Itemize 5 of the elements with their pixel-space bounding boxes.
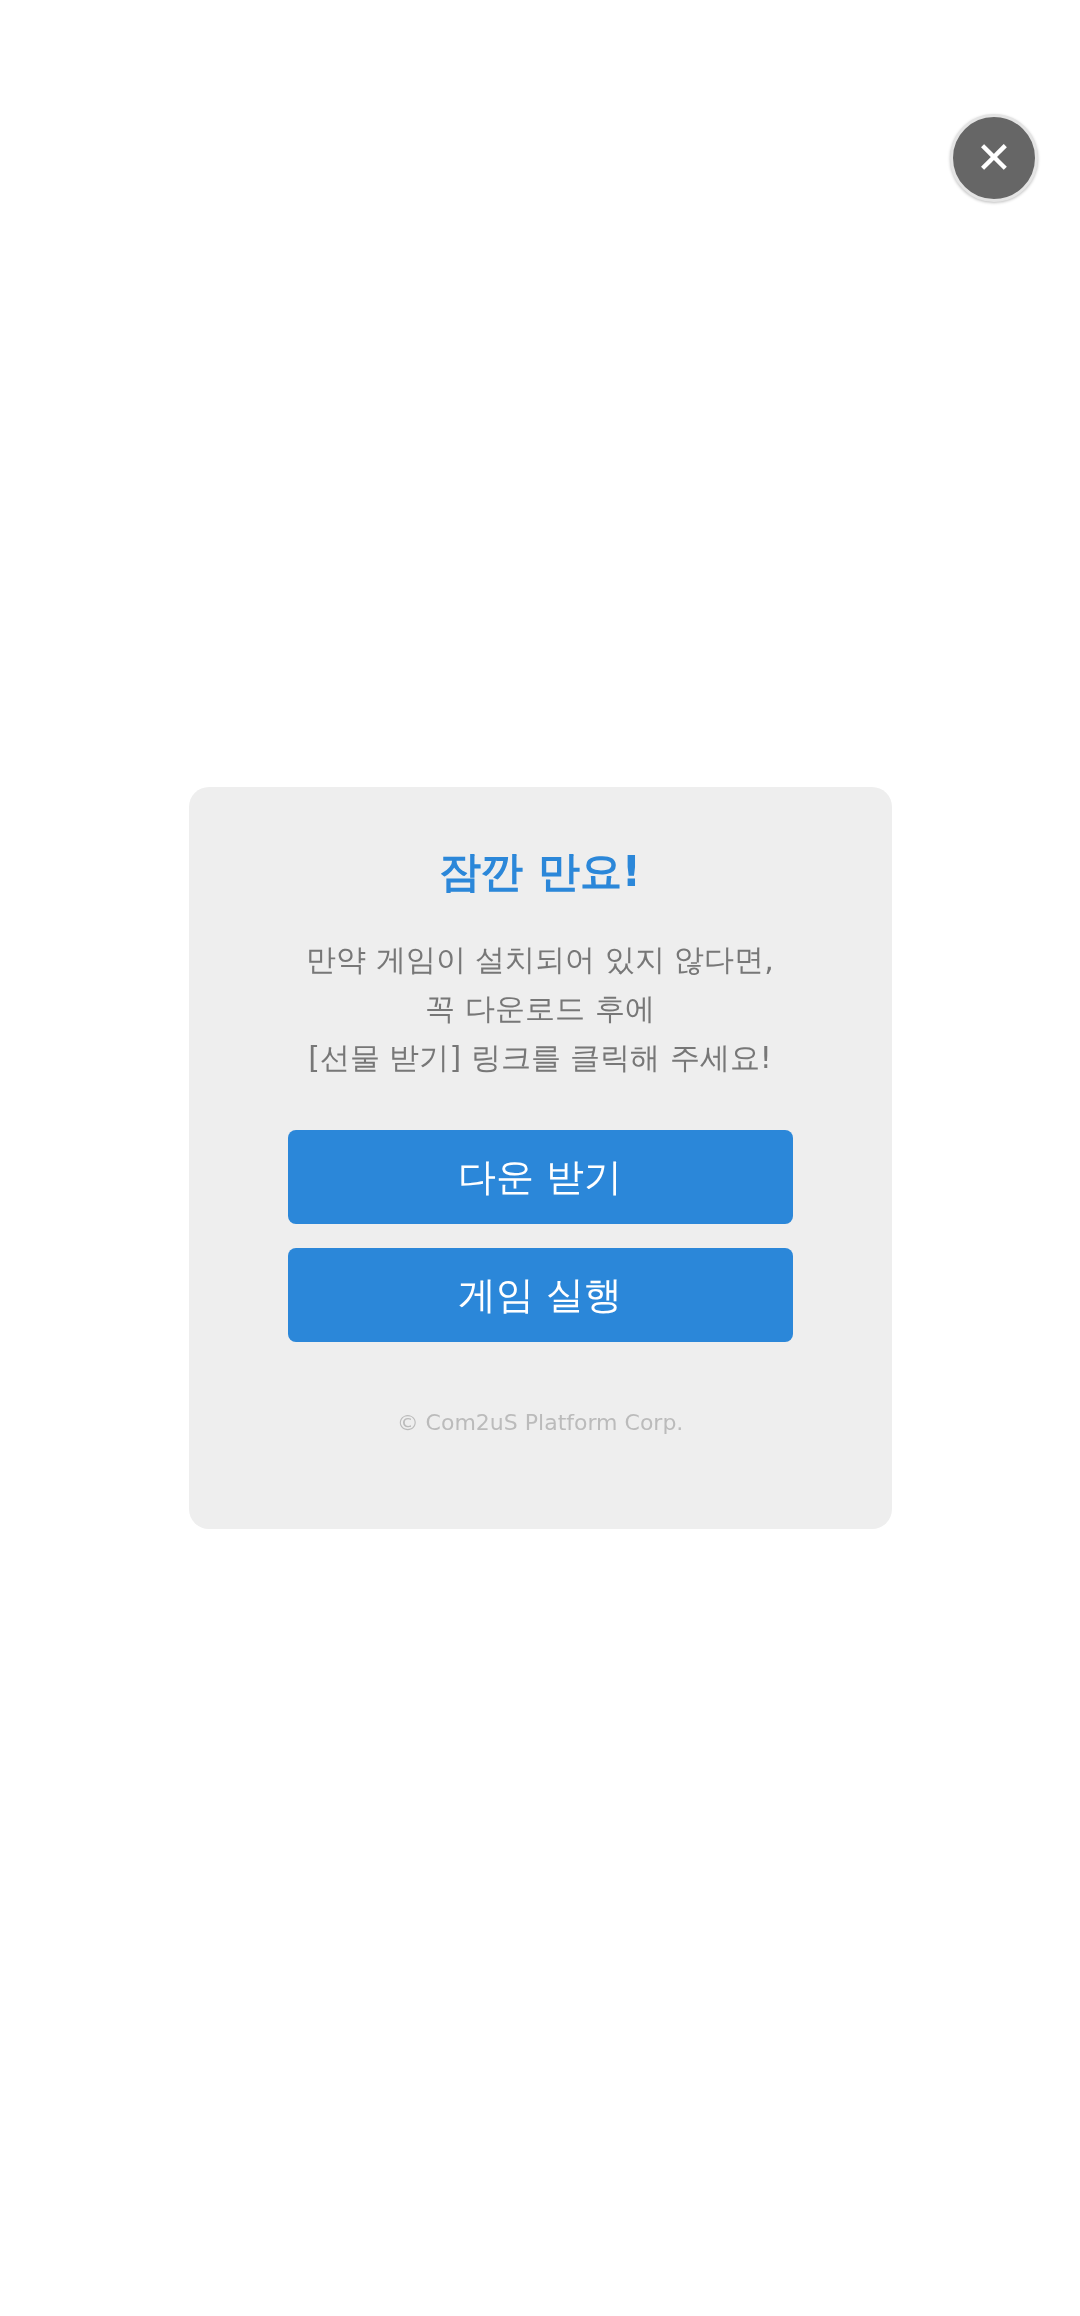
- dialog-message: 만약 게임이 설치되어 있지 않다면, 꼭 다운로드 후에 [선물 받기] 링크를 클릭해 주세요!: [306, 941, 774, 1078]
- action-button[interactable]: 게임 실행: [287, 1248, 793, 1343]
- dialog-title: 잠깐 만요!: [439, 847, 641, 898]
- close-button[interactable]: ✕: [950, 114, 1038, 202]
- action-button[interactable]: 다운 받기: [287, 1130, 793, 1225]
